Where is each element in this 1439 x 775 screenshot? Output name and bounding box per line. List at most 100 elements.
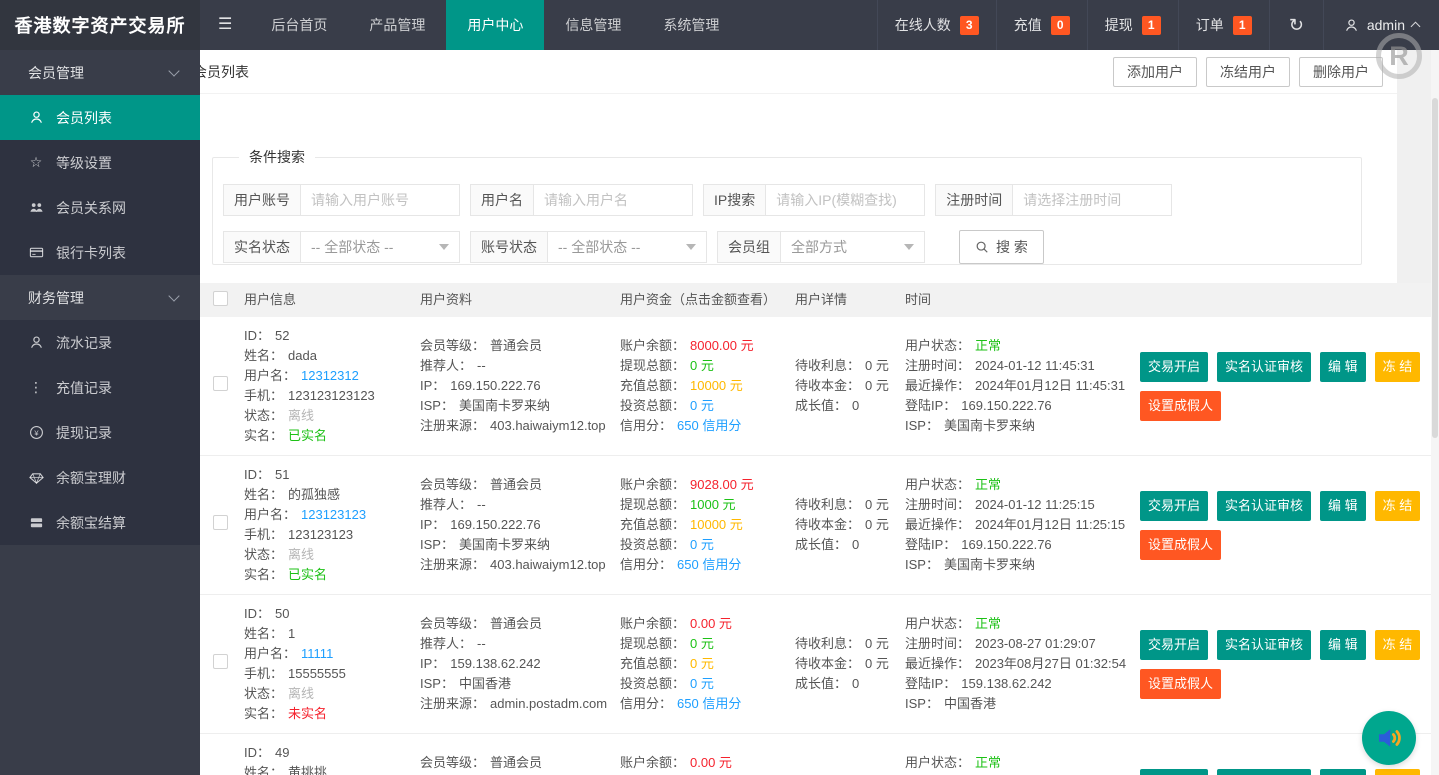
edit-button[interactable]: 编 辑 [1320,352,1366,382]
recharge-value[interactable]: 0 元 [690,656,714,671]
search-input[interactable] [1012,184,1172,216]
level-value: 普通会员 [490,477,542,492]
search-field-group: 会员组全部方式 [717,231,925,263]
username-value[interactable]: 123123123 [301,507,366,522]
row-checkbox[interactable] [213,376,228,391]
principal-value: 0 元 [865,517,889,532]
invest-value[interactable]: 0 元 [690,537,714,552]
realname-review-button[interactable]: 实名认证审核 [1217,491,1311,521]
sidebar-item[interactable]: 会员列表 [0,95,200,140]
search-field-label: IP搜索 [703,184,765,216]
sound-notification-button[interactable] [1362,711,1416,765]
sidebar-item[interactable]: ☆等级设置 [0,140,200,185]
username-value[interactable]: 12312312 [301,368,359,383]
top-menu-item[interactable]: 系统管理 [642,0,740,50]
top-menu-item[interactable]: 产品管理 [348,0,446,50]
vertical-scrollbar[interactable] [1431,50,1439,775]
search-input[interactable] [300,184,460,216]
withdraw-value[interactable]: 0 元 [690,636,714,651]
sidebar-item[interactable]: 余额宝理财 [0,455,200,500]
field-label: 姓名： [244,765,283,775]
field-label: 最近操作： [905,517,970,532]
balance-value[interactable]: 9028.00 元 [690,477,754,492]
topbar-stat[interactable]: 订单1 [1178,0,1269,50]
search-button[interactable]: 搜 索 [959,230,1044,264]
search-select[interactable]: -- 全部状态 -- [547,231,707,263]
header-button[interactable]: 删除用户 [1299,57,1383,87]
withdraw-value[interactable]: 0 元 [690,358,714,373]
sidebar-group-0[interactable]: 会员管理 [0,50,200,95]
search-select[interactable]: -- 全部状态 -- [300,231,460,263]
row-checkbox[interactable] [213,515,228,530]
user-profile-cell: 会员等级：普通会员推荐人：--IP：169.150.222.76ISP：美国南卡… [420,336,620,436]
credit-value[interactable]: 650 信用分 [677,418,741,433]
top-menu-item[interactable]: 用户中心 [446,0,544,50]
field-line: 推荐人：-- [420,634,620,654]
header-button[interactable]: 冻结用户 [1206,57,1290,87]
balance-value[interactable]: 0.00 元 [690,616,732,631]
isp-value: 中国香港 [944,696,996,711]
trade-toggle-button[interactable]: 交易开启 [1140,491,1208,521]
sidebar-item[interactable]: 余额宝结算 [0,500,200,545]
header-button[interactable]: 添加用户 [1113,57,1197,87]
search-field-label: 账号状态 [470,231,547,263]
sidebar-item[interactable]: 银行卡列表 [0,230,200,275]
sidebar-item[interactable]: ⋮充值记录 [0,365,200,410]
sidebar-item[interactable]: ¥提现记录 [0,410,200,455]
set-fake-user-button[interactable]: 设置成假人 [1140,530,1221,560]
row-checkbox[interactable] [213,654,228,669]
trade-toggle-button[interactable]: 交易开启 [1140,769,1208,775]
sidebar-group-1[interactable]: 财务管理 [0,275,200,320]
sidebar-item[interactable]: 会员关系网 [0,185,200,230]
user-profile-cell: 会员等级：普通会员推荐人：--IP：159.138.62.242ISP：中国香港… [420,614,620,714]
topbar-stat[interactable]: 提现1 [1087,0,1178,50]
invest-value[interactable]: 0 元 [690,398,714,413]
freeze-button[interactable]: 冻 结 [1375,630,1421,660]
sidebar-item[interactable]: 流水记录 [0,320,200,365]
topbar-stat-label: 在线人数 [895,15,951,35]
recharge-value[interactable]: 10000 元 [690,378,743,393]
freeze-button[interactable]: 冻 结 [1375,769,1421,775]
sidebar: 会员管理会员列表 ☆等级设置会员关系网银行卡列表财务管理流水记录⋮充值记录¥提现记… [0,50,200,775]
freeze-button[interactable]: 冻 结 [1375,352,1421,382]
trade-toggle-button[interactable]: 交易开启 [1140,630,1208,660]
credit-value[interactable]: 650 信用分 [677,696,741,711]
search-select[interactable]: 全部方式 [780,231,925,263]
field-label: 姓名： [244,487,283,502]
realname-review-button[interactable]: 实名认证审核 [1217,630,1311,660]
search-input[interactable] [765,184,925,216]
topbar-stat[interactable]: 在线人数3 [877,0,996,50]
edit-button[interactable]: 编 辑 [1320,491,1366,521]
search-select-value: -- 全部状态 -- [558,237,640,257]
trade-toggle-button[interactable]: 交易开启 [1140,352,1208,382]
top-menu-item[interactable]: 信息管理 [544,0,642,50]
credit-value[interactable]: 650 信用分 [677,557,741,572]
withdraw-value[interactable]: 1000 元 [690,497,736,512]
sidebar-toggle-button[interactable]: ☰ [200,0,250,50]
table-header-3: 用户详情 [795,290,905,310]
invest-value[interactable]: 0 元 [690,676,714,691]
top-menu-item[interactable]: 后台首页 [250,0,348,50]
field-line: 注册来源：admin.postadm.com [420,694,620,714]
realname-review-button[interactable]: 实名认证审核 [1217,769,1311,775]
scrollbar-thumb[interactable] [1432,98,1438,438]
edit-button[interactable]: 编 辑 [1320,630,1366,660]
server-icon [28,515,44,531]
field-label: 用户名： [244,507,296,522]
field-line: 注册时间：2023-08-27 01:29:07 [905,634,1140,654]
search-input[interactable] [533,184,693,216]
recharge-value[interactable]: 10000 元 [690,517,743,532]
freeze-button[interactable]: 冻 结 [1375,491,1421,521]
realname-review-button[interactable]: 实名认证审核 [1217,352,1311,382]
edit-button[interactable]: 编 辑 [1320,769,1366,775]
username-value[interactable]: 11111 [301,646,333,661]
set-fake-user-button[interactable]: 设置成假人 [1140,669,1221,699]
set-fake-user-button[interactable]: 设置成假人 [1140,391,1221,421]
refresh-button[interactable]: ↻ [1269,0,1323,50]
balance-value[interactable]: 8000.00 元 [690,338,754,353]
select-all-checkbox[interactable] [213,291,228,306]
field-label: ID： [244,467,270,482]
sidebar-item-label: 会员列表 [56,108,112,128]
topbar-stat[interactable]: 充值0 [996,0,1087,50]
balance-value[interactable]: 0.00 元 [690,755,732,770]
